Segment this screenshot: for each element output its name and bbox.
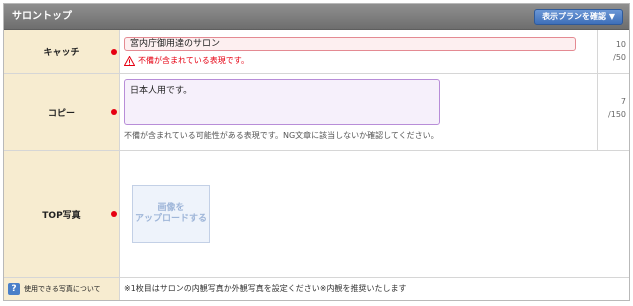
top-photo-label: TOP写真: [42, 210, 81, 221]
copy-content: 日本人用です。 不備が含まれている可能性がある表現です。NG文章に該当しないか確…: [120, 74, 597, 150]
form-rows: キャッチ 不備が含まれている表現です。 10 /50: [4, 30, 629, 300]
help-icon[interactable]: ?: [8, 283, 20, 295]
catch-warning-text: 不備が含まれている表現です。: [138, 56, 249, 65]
panel-title: サロントップ: [12, 11, 72, 22]
footer-label-cell: ? 使用できる写真について: [4, 278, 120, 300]
top-photo-content: 画像を アップロードする: [120, 151, 629, 277]
catch-label: キャッチ: [43, 48, 80, 58]
copy-hint: 不備が含まれている可能性がある表現です。NG文章に該当しないか確認してください。: [124, 131, 439, 140]
usable-photos-link[interactable]: 使用できる写真について: [24, 284, 101, 294]
top-photo-label-cell: TOP写真: [4, 151, 120, 277]
required-dot-icon: [111, 48, 117, 55]
copy-char-count: 7 /150: [597, 74, 629, 150]
upload-image-label: 画像を アップロードする: [134, 203, 207, 224]
catch-warning: 不備が含まれている表現です。: [124, 55, 249, 66]
required-dot-icon: [111, 109, 117, 115]
catch-input[interactable]: [124, 37, 576, 51]
upload-image-button[interactable]: 画像を アップロードする: [132, 185, 210, 243]
copy-label-cell: コピー: [4, 74, 120, 150]
catch-label-cell: キャッチ: [4, 30, 120, 73]
copy-count-max: /150: [608, 110, 626, 119]
photo-note: ※1枚目はサロンの内観写真か外観写真を設定ください※内観を推奨いたします: [124, 284, 407, 293]
catch-count-max: /50: [613, 53, 626, 62]
catch-content: 不備が含まれている表現です。: [120, 30, 597, 73]
catch-char-count: 10 /50: [597, 30, 629, 73]
footer-content: ※1枚目はサロンの内観写真か外観写真を設定ください※内観を推奨いたします: [120, 278, 629, 300]
copy-label: コピー: [47, 108, 75, 119]
required-dot-icon: [111, 211, 117, 217]
top-photo-row: TOP写真 画像を アップロードする: [4, 151, 629, 278]
copy-textarea[interactable]: 日本人用です。: [124, 79, 440, 125]
catch-row: キャッチ 不備が含まれている表現です。 10 /50: [4, 30, 629, 74]
warning-icon: [124, 55, 135, 66]
footer-row: ? 使用できる写真について ※1枚目はサロンの内観写真か外観写真を設定ください※…: [4, 278, 629, 300]
catch-count-current: 10: [615, 40, 626, 49]
view-plan-button[interactable]: 表示プランを確認 ▼: [534, 9, 623, 25]
panel-header: サロントップ 表示プランを確認 ▼: [4, 4, 629, 30]
copy-row: コピー 日本人用です。 不備が含まれている可能性がある表現です。NG文章に該当し…: [4, 74, 629, 151]
salon-top-panel: サロントップ 表示プランを確認 ▼ キャッチ 不備が含まれている表現です。: [3, 3, 630, 301]
copy-count-current: 7: [620, 97, 626, 106]
